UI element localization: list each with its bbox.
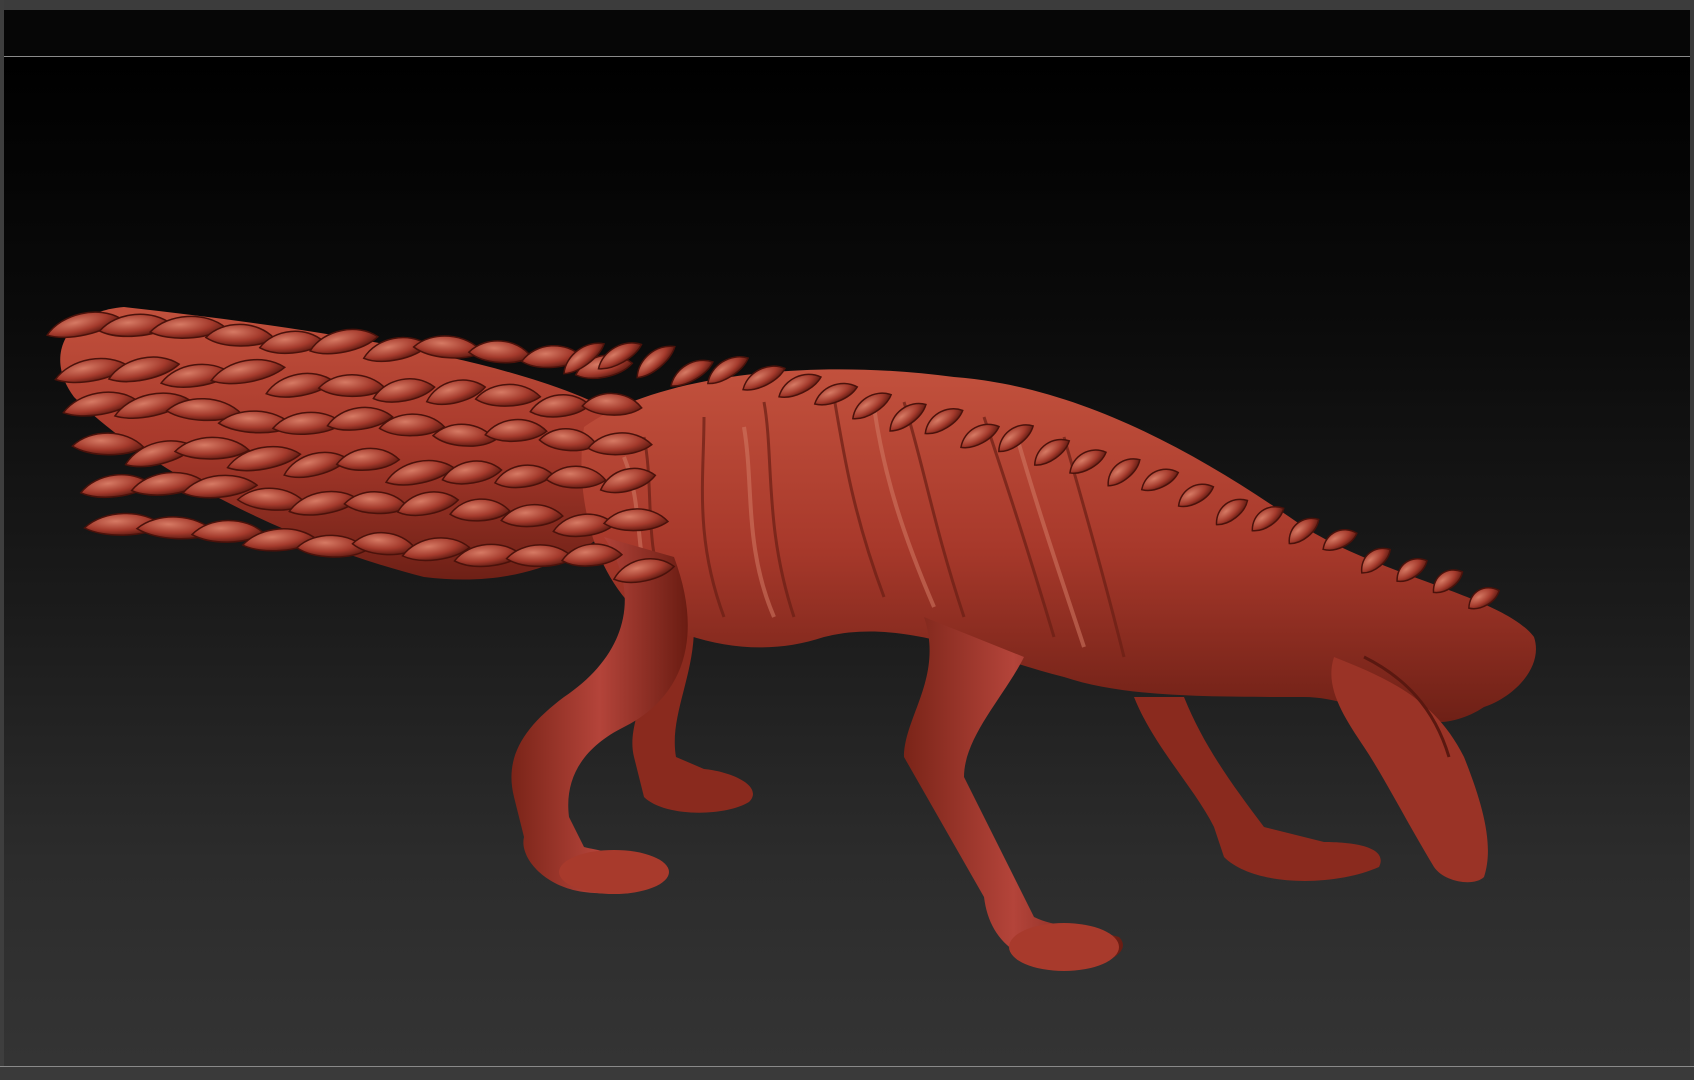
status-bar	[0, 1066, 1694, 1080]
creature-model[interactable]	[4, 57, 1690, 1066]
far-fore-leg	[1134, 697, 1381, 881]
title-bar	[4, 10, 1690, 57]
window-top-frame	[0, 0, 1694, 10]
viewport-canvas[interactable]	[4, 57, 1690, 1066]
creature-body	[581, 369, 1536, 723]
sculpt-app-window	[0, 0, 1694, 1080]
